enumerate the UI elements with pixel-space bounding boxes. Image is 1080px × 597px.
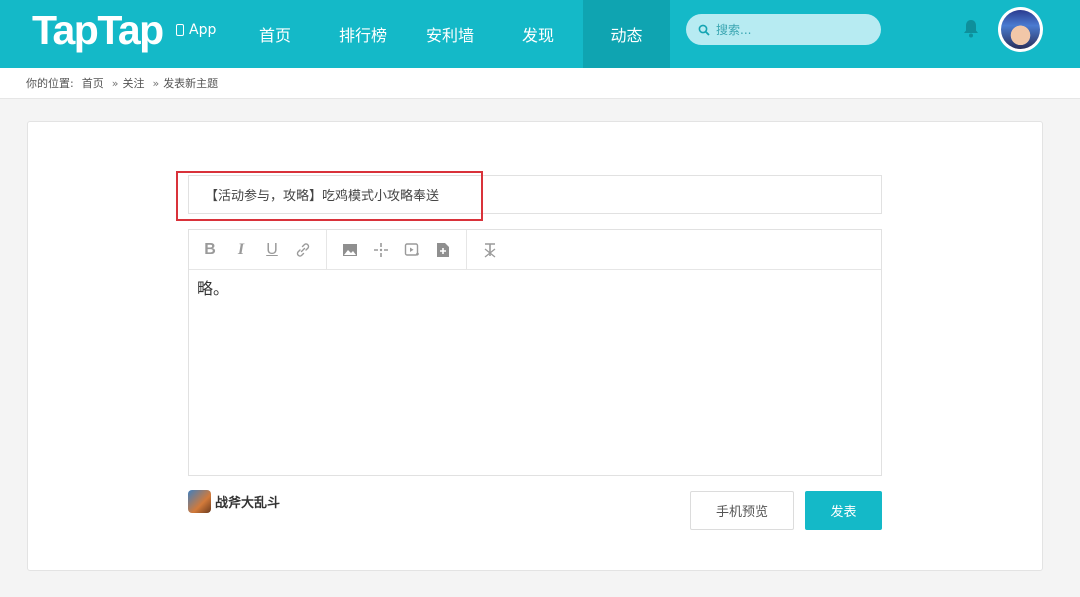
search-box[interactable] xyxy=(686,14,881,45)
breadcrumb-separator: » xyxy=(152,76,160,90)
selected-game-tag[interactable]: 战斧大乱斗 xyxy=(188,490,280,513)
avatar-image xyxy=(1001,10,1040,49)
breadcrumb-item-home[interactable]: 首页 xyxy=(82,75,104,91)
search-input[interactable] xyxy=(716,22,866,37)
phone-icon xyxy=(176,24,184,36)
toolbar-divider xyxy=(326,229,327,270)
title-highlight-box xyxy=(176,171,483,221)
add-file-icon[interactable] xyxy=(432,239,454,261)
game-name: 战斧大乱斗 xyxy=(215,496,281,511)
app-link-label: App xyxy=(189,22,217,38)
bold-icon[interactable]: B xyxy=(199,239,221,261)
italic-icon[interactable]: I xyxy=(230,239,252,261)
breadcrumb-separator: » xyxy=(111,76,119,90)
mobile-preview-button[interactable]: 手机预览 xyxy=(690,491,794,530)
breadcrumb-prefix: 你的位置: xyxy=(26,77,74,90)
rich-text-editor: B I U 略。 xyxy=(188,229,882,476)
underline-icon[interactable]: U xyxy=(261,239,283,261)
editor-content-area[interactable]: 略。 xyxy=(189,270,881,308)
search-icon xyxy=(698,24,710,36)
breadcrumb: 你的位置: 首页 » 关注 » 发表新主题 xyxy=(0,68,1080,99)
clear-format-icon[interactable] xyxy=(479,239,501,261)
nav-rankings[interactable]: 排行榜 xyxy=(332,0,394,68)
user-avatar[interactable] xyxy=(998,7,1043,52)
taptap-logo[interactable]: TapTap xyxy=(32,6,164,54)
editor-toolbar: B I U xyxy=(189,229,881,270)
nav-discover[interactable]: 发现 xyxy=(507,0,569,68)
top-navigation-bar: TapTap App 首页 排行榜 安利墙 发现 动态 xyxy=(0,0,1080,68)
game-thumbnail xyxy=(188,490,211,513)
breadcrumb-item-new-topic: 发表新主题 xyxy=(163,77,219,90)
bell-icon[interactable] xyxy=(963,19,979,39)
move-icon[interactable] xyxy=(370,239,392,261)
publish-button[interactable]: 发表 xyxy=(805,491,882,530)
breadcrumb-item-follow[interactable]: 关注 xyxy=(122,75,144,91)
nav-home[interactable]: 首页 xyxy=(244,0,306,68)
link-icon[interactable] xyxy=(292,239,314,261)
image-icon[interactable] xyxy=(339,239,361,261)
nav-feed[interactable]: 动态 xyxy=(583,0,670,68)
app-link[interactable]: App xyxy=(176,0,216,60)
nav-recommend-wall[interactable]: 安利墙 xyxy=(419,0,481,68)
video-icon[interactable] xyxy=(401,239,423,261)
toolbar-divider xyxy=(466,229,467,270)
